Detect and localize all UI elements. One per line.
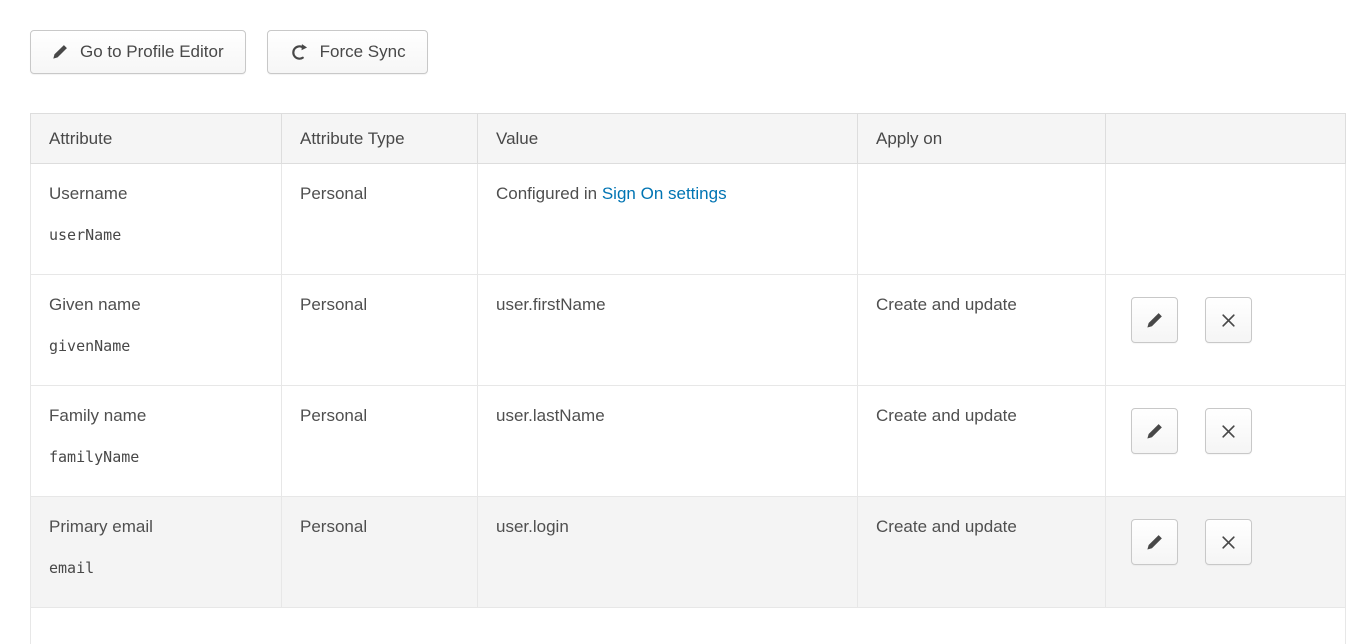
pencil-icon xyxy=(1146,312,1163,329)
attribute-variable: email xyxy=(49,559,263,577)
header-attribute-type: Attribute Type xyxy=(282,114,478,164)
sign-on-settings-link[interactable]: Sign On settings xyxy=(602,184,727,203)
header-actions xyxy=(1106,114,1346,164)
delete-attribute-button[interactable] xyxy=(1205,519,1252,565)
table-header-row: Attribute Attribute Type Value Apply on xyxy=(31,114,1346,164)
refresh-icon xyxy=(289,43,308,62)
pencil-icon xyxy=(52,44,68,60)
go-to-profile-editor-button[interactable]: Go to Profile Editor xyxy=(30,30,246,74)
go-to-profile-editor-label: Go to Profile Editor xyxy=(80,42,224,62)
close-icon xyxy=(1220,534,1237,551)
apply-on-text: Create and update xyxy=(876,517,1017,536)
attribute-type: Personal xyxy=(300,184,367,203)
close-icon xyxy=(1220,423,1237,440)
delete-attribute-button[interactable] xyxy=(1205,297,1252,343)
attribute-label: Primary email xyxy=(49,517,263,537)
table-row-empty xyxy=(31,608,1346,644)
apply-on-text: Create and update xyxy=(876,406,1017,425)
value-text: Configured in xyxy=(496,184,602,203)
attribute-variable: familyName xyxy=(49,448,263,466)
table-row-given-name: Given name givenName Personal user.first… xyxy=(31,275,1346,386)
attribute-label: Username xyxy=(49,184,263,204)
header-value: Value xyxy=(478,114,858,164)
pencil-icon xyxy=(1146,423,1163,440)
delete-attribute-button[interactable] xyxy=(1205,408,1252,454)
close-icon xyxy=(1220,312,1237,329)
attribute-variable: givenName xyxy=(49,337,263,355)
toolbar: Go to Profile Editor Force Sync xyxy=(30,30,1345,74)
edit-attribute-button[interactable] xyxy=(1131,297,1178,343)
attribute-type: Personal xyxy=(300,295,367,314)
table-row-primary-email: Primary email email Personal user.login … xyxy=(31,497,1346,608)
value-text: user.firstName xyxy=(496,295,606,314)
table-row-family-name: Family name familyName Personal user.las… xyxy=(31,386,1346,497)
value-text: user.lastName xyxy=(496,406,605,425)
attribute-type: Personal xyxy=(300,406,367,425)
apply-on-text: Create and update xyxy=(876,295,1017,314)
table-row-username: Username userName Personal Configured in… xyxy=(31,164,1346,275)
header-attribute: Attribute xyxy=(31,114,282,164)
attribute-label: Given name xyxy=(49,295,263,315)
edit-attribute-button[interactable] xyxy=(1131,519,1178,565)
attribute-mapping-table: Attribute Attribute Type Value Apply on … xyxy=(30,113,1346,644)
force-sync-button[interactable]: Force Sync xyxy=(267,30,428,74)
attribute-label: Family name xyxy=(49,406,263,426)
attribute-type: Personal xyxy=(300,517,367,536)
edit-attribute-button[interactable] xyxy=(1131,408,1178,454)
pencil-icon xyxy=(1146,534,1163,551)
attribute-mappings-page: Go to Profile Editor Force Sync Attribut… xyxy=(0,0,1370,644)
force-sync-label: Force Sync xyxy=(320,42,406,62)
header-apply-on: Apply on xyxy=(858,114,1106,164)
value-text: user.login xyxy=(496,517,569,536)
attribute-variable: userName xyxy=(49,226,263,244)
